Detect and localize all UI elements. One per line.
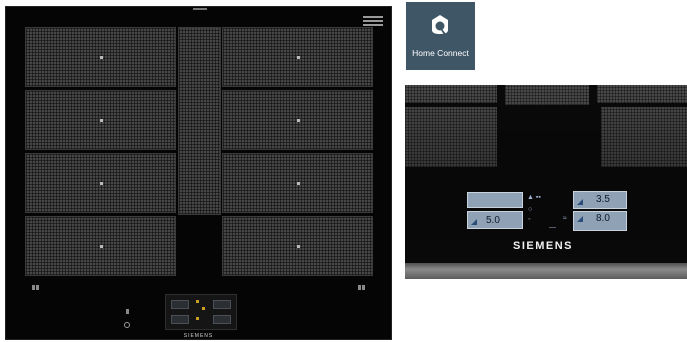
display-left-value: 5.0 [486,215,500,226]
status-light [196,317,199,320]
control-panel [165,294,237,330]
cooking-zone-right-3[interactable] [222,153,373,213]
display-right-bottom-value: 8.0 [596,213,610,224]
closeup-brand-logo: SIEMENS [513,240,574,252]
power-icon[interactable] [124,322,130,328]
cooking-zone-left-3[interactable] [25,153,176,213]
stainless-frame [405,263,687,279]
cooktop-brand-logo: SIEMENS [183,333,214,339]
display-left[interactable]: 5.0 [467,211,523,229]
cooking-zone-left-2[interactable] [25,90,176,150]
timer-icon[interactable]: ◦ [528,216,530,223]
cooktop-closeup-photo: 5.0 3.5 8.0 ▲ ▪▪ ○ ◦ ≈ — SIEMENS [405,85,687,279]
app-label: Home Connect [412,48,469,58]
zone-indicator-right [358,277,368,290]
top-edge-mark [193,8,207,10]
cooking-zone-left-1[interactable] [25,27,176,87]
display-blank[interactable] [467,192,523,208]
cooking-zone-left-4[interactable] [25,216,176,276]
mode-icon[interactable]: ▲ ▪▪ [527,194,541,201]
settings-icon[interactable]: ○ [528,206,532,213]
status-light [202,307,205,310]
control-display-bottom-right[interactable] [213,315,231,324]
zone-indicator-left [32,277,42,290]
cooking-zone-right-1[interactable] [222,27,373,87]
cooktop-top-view: SIEMENS [5,6,392,340]
minus-icon[interactable]: — [549,224,556,231]
cooking-zone-right-2[interactable] [222,90,373,150]
status-light [196,300,199,303]
child-lock-icon[interactable] [126,309,129,314]
cooking-zone-center-strip[interactable] [178,27,221,215]
display-right-bottom[interactable]: 8.0 [573,211,627,231]
control-display-top-right[interactable] [213,300,231,309]
control-display-bottom-left[interactable] [171,315,189,324]
wifi-icon[interactable]: ≈ [563,215,567,222]
display-right-top[interactable]: 3.5 [573,191,627,209]
home-connect-app-tile[interactable]: Home Connect [406,2,475,70]
cooking-zone-right-4[interactable] [222,216,373,276]
home-connect-icon [432,15,448,35]
display-right-top-value: 3.5 [596,194,610,205]
control-display-top-left[interactable] [171,300,189,309]
